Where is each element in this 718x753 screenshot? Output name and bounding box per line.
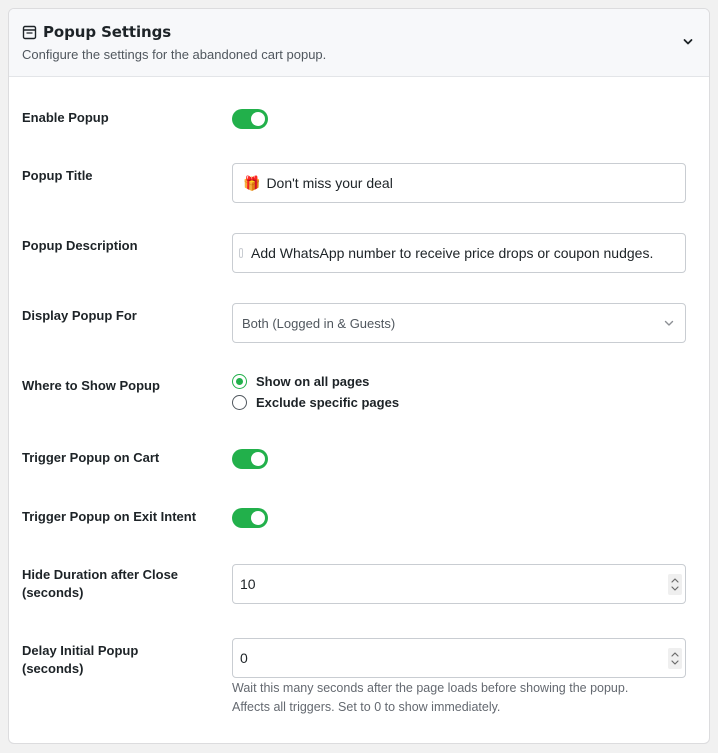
delay-initial-input[interactable]: 0	[232, 638, 686, 678]
delay-initial-value: 0	[240, 650, 248, 666]
enable-popup-label: Enable Popup	[22, 110, 109, 125]
delay-initial-label: Delay Initial Popup (seconds)	[22, 642, 222, 678]
display-popup-for-value: Both (Logged in & Guests)	[242, 315, 396, 331]
popup-title-label: Popup Title	[22, 168, 93, 183]
radio-show-all-pages[interactable]: Show on all pages	[232, 374, 369, 389]
radio-button[interactable]	[232, 395, 247, 410]
where-to-show-label: Where to Show Popup	[22, 378, 160, 393]
delay-initial-label-line2: (seconds)	[22, 661, 84, 676]
radio-label: Exclude specific pages	[256, 395, 400, 410]
truncated-emoji-icon	[239, 248, 243, 258]
popup-title-input[interactable]: 🎁 Don't miss your deal	[232, 163, 686, 203]
delay-help-text: Wait this many seconds after the page lo…	[232, 679, 692, 717]
delay-initial-label-line1: Delay Initial Popup	[22, 643, 139, 658]
window-icon	[22, 25, 37, 39]
chevron-down-icon[interactable]	[681, 35, 695, 49]
hide-duration-label-line1: Hide Duration after Close	[22, 567, 179, 582]
popup-description-value: Add WhatsApp number to receive price dro…	[251, 245, 654, 261]
hide-duration-label: Hide Duration after Close (seconds)	[22, 566, 222, 602]
trigger-on-exit-label: Trigger Popup on Exit Intent	[22, 509, 197, 524]
spinner-arrows-icon	[671, 652, 679, 665]
number-spinner[interactable]	[668, 648, 682, 669]
display-popup-for-label: Display Popup For	[22, 308, 137, 323]
hide-duration-label-line2: (seconds)	[22, 585, 84, 600]
popup-settings-panel: Popup Settings Configure the settings fo…	[8, 8, 710, 744]
delay-help-line1: Wait this many seconds after the page lo…	[232, 681, 629, 695]
spinner-arrows-icon	[671, 578, 679, 591]
chevron-down-icon	[664, 320, 674, 326]
panel-subtitle: Configure the settings for the abandoned…	[22, 47, 327, 62]
delay-help-line2: Affects all triggers. Set to 0 to show i…	[232, 700, 501, 714]
popup-description-label: Popup Description	[22, 238, 138, 253]
trigger-on-exit-toggle[interactable]	[232, 508, 268, 528]
gift-icon: 🎁	[243, 174, 261, 191]
radio-label: Show on all pages	[256, 374, 370, 389]
hide-duration-input[interactable]: 10	[232, 564, 686, 604]
enable-popup-toggle[interactable]	[232, 109, 268, 129]
trigger-on-cart-toggle[interactable]	[232, 449, 268, 469]
trigger-on-cart-label: Trigger Popup on Cart	[22, 450, 160, 465]
radio-button-checked[interactable]	[232, 374, 247, 389]
hide-duration-value: 10	[240, 576, 256, 592]
popup-title-value: Don't miss your deal	[266, 175, 393, 191]
panel-header[interactable]: Popup Settings Configure the settings fo…	[9, 9, 709, 77]
popup-description-input[interactable]: Add WhatsApp number to receive price dro…	[232, 233, 686, 273]
radio-exclude-pages[interactable]: Exclude specific pages	[232, 395, 399, 410]
display-popup-for-select[interactable]: Both (Logged in & Guests)	[232, 303, 686, 343]
header-title-row: Popup Settings	[22, 23, 171, 41]
number-spinner[interactable]	[668, 574, 682, 595]
panel-title: Popup Settings	[43, 23, 172, 41]
